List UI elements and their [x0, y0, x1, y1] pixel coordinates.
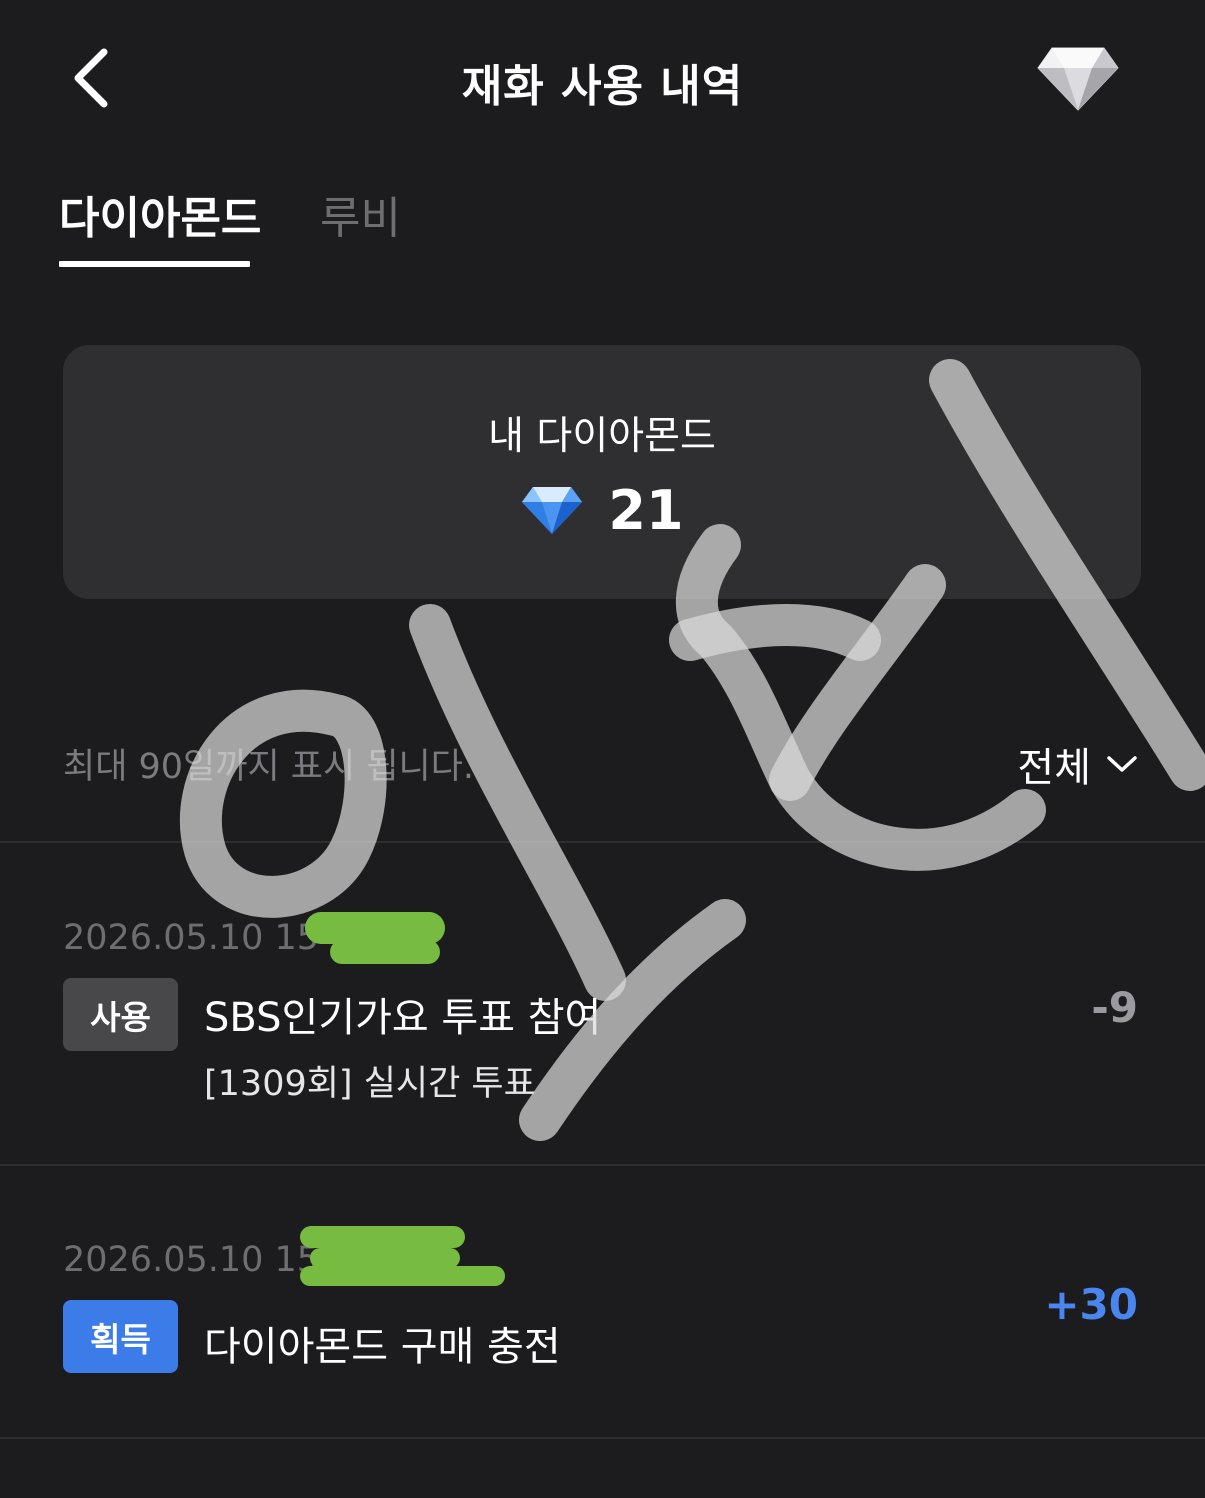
history-badge: 사용	[63, 978, 178, 1051]
page-title: 재화 사용 내역	[461, 61, 744, 112]
chevron-down-icon	[1107, 756, 1137, 772]
balance-label: 내 다이아몬드	[488, 414, 716, 459]
balance-value: 21	[608, 478, 684, 542]
active-tab-indicator	[59, 261, 250, 267]
history-item[interactable]: 2026.05.10 15 획득 다이아몬드 구매 충전 +30	[0, 1166, 1205, 1438]
history-date: 2026.05.10 15	[63, 918, 320, 958]
tab-ruby[interactable]: 루비	[320, 182, 401, 246]
history-badge: 획득	[63, 1300, 178, 1373]
header: 재화 사용 내역	[0, 0, 1205, 150]
retention-notice: 최대 90일까지 표시 됩니다.	[63, 747, 475, 787]
history-amount: -9	[1091, 983, 1138, 1032]
history-subtitle: [1309회] 실시간 투표	[204, 1064, 536, 1104]
history-title: SBS인기가요 투표 참여	[204, 995, 602, 1041]
filter-selected-label: 전체	[1017, 745, 1091, 791]
blue-diamond-icon	[522, 487, 583, 534]
balance-row: 21	[63, 475, 1141, 545]
balance-card: 내 다이아몬드 21	[63, 345, 1141, 599]
history-item[interactable]: 2026.05.10 15 사용 SBS인기가요 투표 참여 [1309회] 실…	[0, 843, 1205, 1165]
history-title: 다이아몬드 구매 충전	[204, 1324, 561, 1370]
history-date: 2026.05.10 15	[63, 1240, 320, 1280]
diamond-shop-button[interactable]	[1034, 42, 1122, 114]
divider	[0, 1437, 1205, 1439]
tab-diamond[interactable]: 다이아몬드	[59, 182, 261, 246]
currency-history-screen: 재화 사용 내역 다이아몬드 루비 내 다이아몬드 21 최대 90일까지 표시…	[0, 0, 1205, 1498]
filter-dropdown[interactable]: 전체	[1017, 735, 1139, 793]
currency-tabs: 다이아몬드 루비	[0, 160, 1205, 270]
diamond-icon	[1037, 47, 1119, 111]
history-amount: +30	[1044, 1280, 1138, 1329]
